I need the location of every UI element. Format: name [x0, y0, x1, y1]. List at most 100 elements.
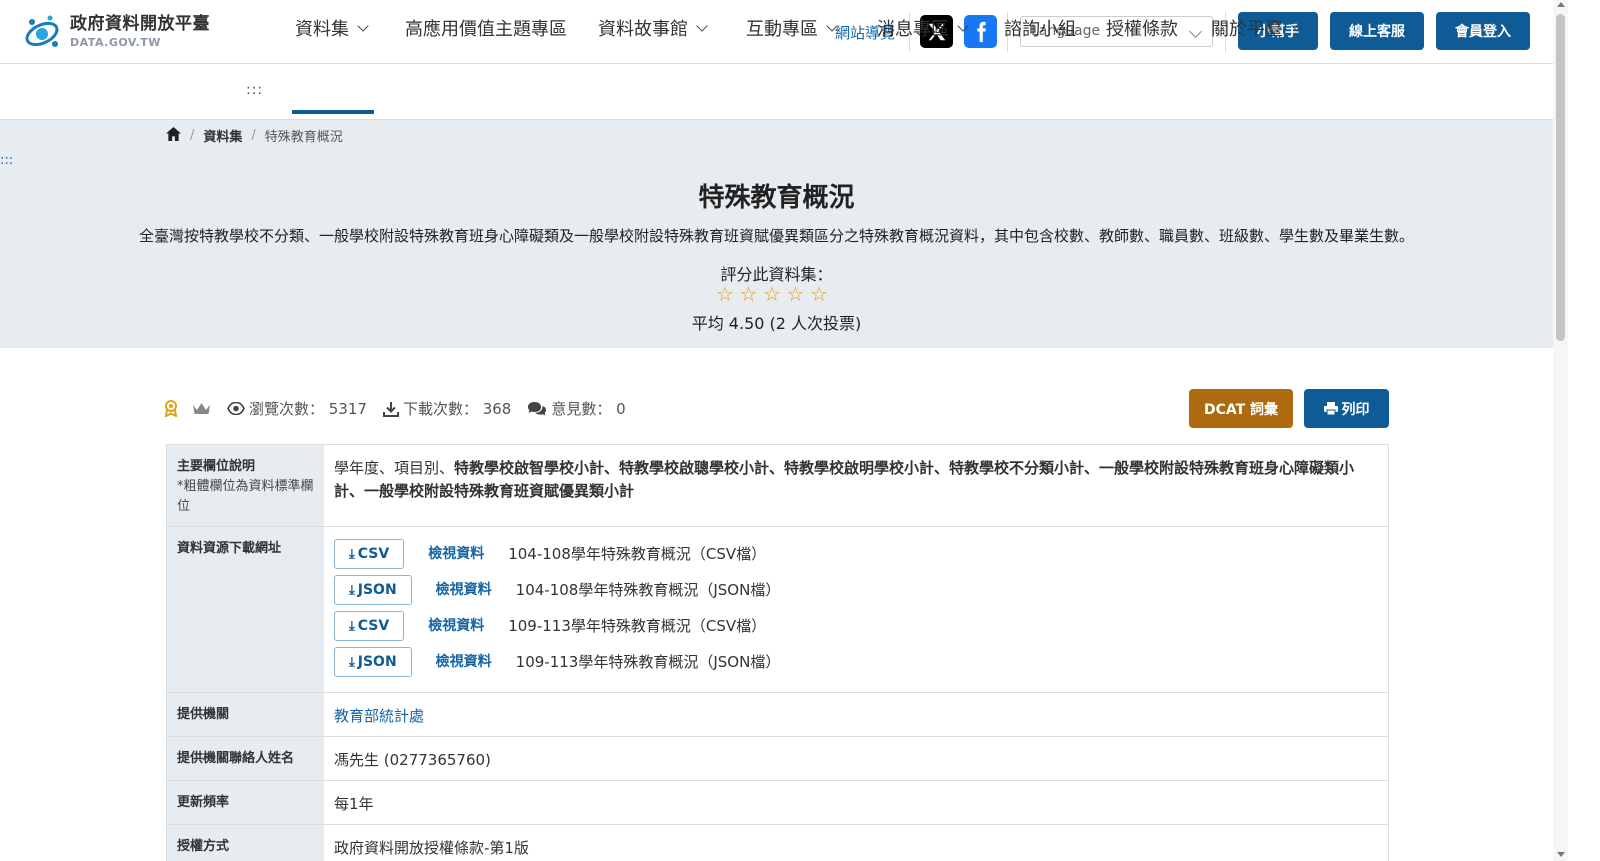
nav-active-indicator [292, 110, 374, 114]
nav-item-interactive[interactable]: 互動專區 [746, 16, 838, 40]
row-frequency: 更新頻率 每1年 [166, 781, 1389, 825]
scroll-down-icon[interactable] [1557, 852, 1565, 857]
award-icon [164, 400, 178, 417]
resource-item: ⤓ JSON 檢視資料 104-108學年特殊教育概況（JSON檔） [334, 572, 1378, 608]
chevron-down-icon [1291, 19, 1303, 32]
fields-header: 主要欄位說明 *粗體欄位為資料標準欄位 [167, 445, 324, 526]
star-icon[interactable]: ☆ [740, 284, 764, 304]
nav-item-news[interactable]: 消息專區 [877, 16, 969, 40]
resource-format: JSON [357, 581, 397, 598]
site-logo[interactable]: 政府資料開放平臺 DATA.GOV.TW [22, 12, 210, 52]
license-header: 授權方式 [167, 825, 324, 861]
row-fields: 主要欄位說明 *粗體欄位為資料標準欄位 學年度、項目別、特教學校啟智學校小計、特… [166, 444, 1389, 527]
nav-item-license[interactable]: 授權條款 [1106, 16, 1178, 40]
chevron-down-icon [1189, 25, 1202, 38]
view-data-link[interactable]: 檢視資料 [436, 579, 492, 602]
download-count: 下載次數： 368 [402, 400, 512, 418]
nav-item-about[interactable]: 關於平臺 [1211, 16, 1303, 40]
logo-subtitle: DATA.GOV.TW [70, 36, 161, 49]
download-icon: ⤓ [349, 654, 355, 670]
download-icon: ⤓ [349, 582, 355, 598]
resource-name: 109-113學年特殊教育概況（CSV檔） [508, 616, 767, 635]
chevron-down-icon [696, 19, 708, 32]
nav-accesskey[interactable]: ::: [246, 82, 263, 98]
download-json-button[interactable]: ⤓ JSON [334, 575, 412, 605]
rating-average: 平均 4.50 (2 人次投票) [691, 314, 862, 333]
nav-label: 互動專區 [746, 19, 818, 40]
view-data-link[interactable]: 檢視資料 [428, 543, 484, 566]
contact-header: 提供機關聯絡人姓名 [167, 737, 324, 780]
logo-title: 政府資料開放平臺 [70, 14, 210, 34]
page-title: 特殊教育概況 [698, 183, 855, 213]
download-icon [382, 401, 399, 417]
crown-icon [192, 402, 211, 416]
printer-icon [1323, 402, 1338, 415]
resource-item: ⤓ CSV 檢視資料 109-113學年特殊教育概況（CSV檔） [334, 608, 1378, 644]
nav-item-datasets[interactable]: 資料集 [295, 16, 369, 40]
dcat-vocabulary-button[interactable]: DCAT 詞彙 [1189, 389, 1293, 428]
comments-icon [527, 401, 547, 417]
row-contact: 提供機關聯絡人姓名 馮先生 (0277365760) [166, 737, 1389, 781]
chevron-down-icon [357, 19, 369, 32]
page-scrollbar[interactable] [1553, 0, 1568, 861]
view-count: 瀏覽次數： 5317 [249, 400, 367, 418]
nav-label: 諮詢小組 [1004, 19, 1076, 40]
resources-header: 資料資源下載網址 [167, 527, 324, 692]
fields-label: 主要欄位說明 [177, 459, 256, 474]
logo-icon [22, 12, 64, 52]
row-license: 授權方式 政府資料開放授權條款-第1版 [166, 825, 1389, 861]
customer-service-button[interactable]: 線上客服 [1330, 12, 1424, 50]
breadcrumb-current: 特殊教育概況 [264, 130, 343, 145]
home-icon[interactable] [166, 126, 181, 145]
download-csv-button[interactable]: ⤓ CSV [334, 539, 405, 569]
resource-format: CSV [357, 545, 390, 562]
print-button[interactable]: 列印 [1304, 389, 1389, 428]
star-icon[interactable]: ☆ [810, 284, 834, 304]
resource-name: 109-113學年特殊教育概況（JSON檔） [515, 652, 781, 671]
main-nav [0, 64, 1568, 120]
nav-label: 消息專區 [877, 19, 949, 40]
dataset-description: 全臺灣按特教學校不分類、一般學校附設特殊教育班身心障礙類及一般學校附設特殊教育班… [138, 227, 1414, 245]
resource-item: ⤓ JSON 檢視資料 109-113學年特殊教育概況（JSON檔） [334, 644, 1378, 680]
comment-count: 意見數： 0 [551, 400, 626, 418]
license-value: 政府資料開放授權條款-第1版 [334, 839, 529, 857]
download-icon: ⤓ [349, 618, 355, 634]
nav-label: 資料故事館 [598, 19, 688, 40]
fields-value: 學年度、項目別、特教學校啟智學校小計、特教學校啟聰學校小計、特教學校啟明學校小計… [324, 445, 1388, 526]
agency-link[interactable]: 教育部統計處 [334, 707, 424, 725]
agency-value: 教育部統計處 [324, 693, 1388, 736]
facebook-icon[interactable] [964, 15, 997, 48]
nav-label: 高應用價值主題專區 [405, 19, 567, 40]
dataset-stats: 瀏覽次數： 5317 下載次數： 368 意見數： 0 [164, 398, 642, 419]
breadcrumb-separator: / [251, 128, 256, 143]
row-agency: 提供機關 教育部統計處 [166, 693, 1389, 737]
nav-item-high-value[interactable]: 高應用價值主題專區 [405, 16, 567, 40]
chevron-down-icon [826, 19, 838, 32]
resource-format: JSON [357, 653, 397, 670]
content-accesskey[interactable]: ::: [0, 153, 13, 168]
nav-label: 授權條款 [1106, 19, 1178, 40]
chevron-down-icon [957, 19, 969, 32]
resource-format: CSV [357, 617, 390, 634]
breadcrumb: / 資料集 / 特殊教育概況 [166, 126, 343, 145]
star-icon[interactable]: ☆ [763, 284, 787, 304]
breadcrumb-datasets[interactable]: 資料集 [203, 126, 242, 145]
view-data-link[interactable]: 檢視資料 [436, 651, 492, 674]
member-login-button[interactable]: 會員登入 [1436, 12, 1530, 50]
nav-item-advisory[interactable]: 諮詢小組 [1004, 16, 1076, 40]
star-icon[interactable]: ☆ [787, 284, 811, 304]
scroll-thumb[interactable] [1556, 14, 1565, 341]
rating-stars[interactable]: ☆ ☆ ☆ ☆ ☆ [716, 284, 834, 304]
view-data-link[interactable]: 檢視資料 [428, 615, 484, 638]
contact-value: 馮先生 (0277365760) [334, 751, 491, 769]
resources-value: ⤓ CSV 檢視資料 104-108學年特殊教育概況（CSV檔） ⤓ JSON 檢視… [324, 527, 1388, 692]
download-json-button[interactable]: ⤓ JSON [334, 647, 412, 677]
resource-item: ⤓ CSV 檢視資料 104-108學年特殊教育概況（CSV檔） [334, 536, 1378, 572]
scroll-up-icon[interactable] [1557, 2, 1565, 7]
nav-label: 關於平臺 [1211, 19, 1283, 40]
eye-icon [227, 402, 245, 415]
nav-item-stories[interactable]: 資料故事館 [598, 16, 708, 40]
star-icon[interactable]: ☆ [716, 284, 740, 304]
agency-header: 提供機關 [167, 693, 324, 736]
download-csv-button[interactable]: ⤓ CSV [334, 611, 405, 641]
